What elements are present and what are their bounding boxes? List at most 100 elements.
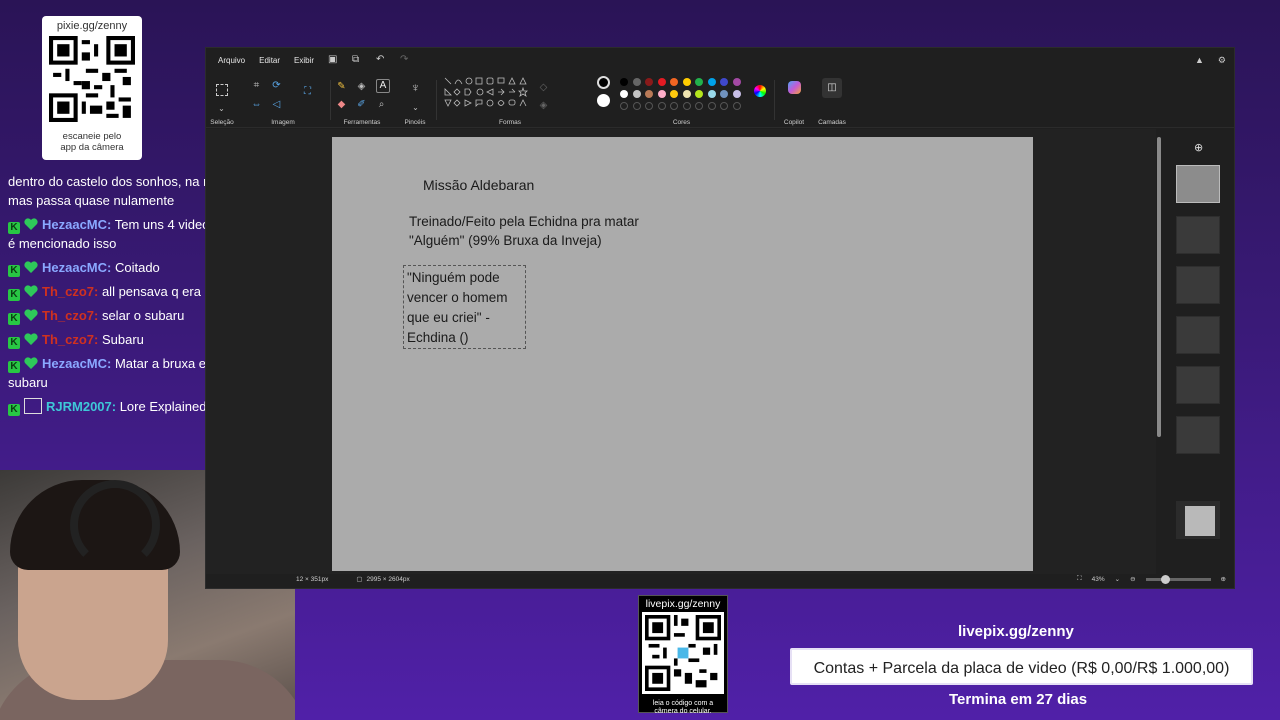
color-swatch[interactable] bbox=[645, 90, 653, 98]
zoom-out-icon[interactable]: ⊖ bbox=[1130, 575, 1135, 583]
zoom-slider-knob[interactable] bbox=[1160, 574, 1170, 584]
color-swatch[interactable] bbox=[720, 78, 728, 86]
empty-color-slot[interactable] bbox=[732, 102, 741, 110]
share-icon[interactable]: ⧉ bbox=[352, 55, 362, 65]
menu-exibir[interactable]: Exibir bbox=[287, 56, 321, 65]
shapes-gallery-icon[interactable] bbox=[443, 76, 528, 112]
ribbon-separator bbox=[436, 80, 437, 120]
quote-line1: "Ninguém pode bbox=[407, 270, 500, 285]
chat-username[interactable]: HezaacMC: bbox=[42, 260, 111, 275]
chevron-down-icon[interactable]: ⌄ bbox=[1115, 575, 1120, 583]
fill-icon[interactable]: ◈ bbox=[356, 81, 367, 92]
zoom-level[interactable]: 43% bbox=[1092, 576, 1105, 583]
add-layer-icon[interactable]: ⊕ bbox=[1194, 141, 1203, 154]
fill-style-icon[interactable]: ◈ bbox=[538, 100, 549, 111]
chevron-down-icon[interactable]: ⌄ bbox=[216, 103, 227, 114]
color-swatch[interactable] bbox=[720, 90, 728, 98]
outline-icon[interactable]: ◇ bbox=[538, 82, 549, 93]
empty-color-slot[interactable] bbox=[645, 102, 653, 110]
empty-color-slot[interactable] bbox=[682, 102, 691, 110]
zoom-slider[interactable] bbox=[1145, 574, 1211, 584]
empty-color-slot[interactable] bbox=[720, 102, 728, 110]
color-swatch[interactable] bbox=[670, 78, 678, 86]
empty-color-slot[interactable] bbox=[707, 102, 716, 110]
chat-username[interactable]: RJRM2007: bbox=[46, 399, 116, 414]
layer-thumb[interactable] bbox=[1176, 165, 1220, 203]
resize-icon[interactable]: ⇔ bbox=[251, 99, 262, 110]
chat-username[interactable]: Th_czo7: bbox=[42, 332, 98, 347]
image-background-icon[interactable]: ⛶ bbox=[302, 86, 313, 97]
color-swatch[interactable] bbox=[632, 78, 641, 86]
layer-thumb[interactable] bbox=[1176, 416, 1220, 454]
zoom-in-icon[interactable]: ⊕ bbox=[1221, 575, 1226, 583]
menu-editar[interactable]: Editar bbox=[252, 56, 287, 65]
layer-thumb[interactable] bbox=[1176, 366, 1220, 404]
chat-text: Subaru bbox=[98, 332, 144, 347]
color-swatch[interactable] bbox=[707, 90, 716, 98]
settings-icon[interactable]: ⚙ bbox=[1218, 55, 1226, 66]
empty-color-slot[interactable] bbox=[695, 102, 703, 110]
chat-username[interactable]: HezaacMC: bbox=[42, 217, 111, 232]
headset-icon bbox=[70, 480, 160, 570]
chat-username[interactable]: Th_czo7: bbox=[42, 308, 98, 323]
color-swatch[interactable] bbox=[732, 78, 741, 86]
copilot-icon[interactable] bbox=[788, 81, 801, 94]
selection-icon[interactable] bbox=[216, 84, 228, 96]
color-swatch[interactable] bbox=[620, 78, 628, 86]
chat-username[interactable]: Th_czo7: bbox=[42, 284, 98, 299]
pixie-caption-line1: escaneie pelo bbox=[62, 131, 122, 142]
flip-icon[interactable]: ◁ bbox=[271, 99, 282, 110]
color-swatch[interactable] bbox=[695, 78, 703, 86]
primary-color-swatch[interactable] bbox=[597, 76, 610, 89]
undo-icon[interactable]: ↶ bbox=[376, 55, 386, 65]
account-icon[interactable]: ▲ bbox=[1195, 55, 1204, 66]
layer-thumb[interactable] bbox=[1176, 266, 1220, 304]
kick-badge-icon: K bbox=[8, 404, 20, 416]
color-swatch[interactable] bbox=[695, 90, 703, 98]
color-swatch[interactable] bbox=[670, 90, 678, 98]
secondary-color-swatch[interactable] bbox=[597, 94, 610, 107]
layer-thumb[interactable] bbox=[1176, 316, 1220, 354]
brush-icon[interactable]: ♆ bbox=[410, 81, 421, 94]
vertical-scrollbar[interactable] bbox=[1157, 133, 1161, 567]
fit-to-window-icon[interactable]: ⛶ bbox=[1077, 575, 1082, 583]
scrollbar-thumb[interactable] bbox=[1157, 137, 1161, 437]
qr-code-icon bbox=[49, 36, 135, 122]
color-picker-icon[interactable]: ✐ bbox=[356, 99, 367, 110]
color-swatch[interactable] bbox=[707, 78, 716, 86]
text-box-selected[interactable]: "Ninguém pode vencer o homem que eu crie… bbox=[403, 265, 526, 349]
canvas-line2: "Alguém" (99% Bruxa da Inveja) bbox=[409, 233, 602, 248]
menu-arquivo[interactable]: Arquivo bbox=[211, 56, 252, 65]
layer-thumb[interactable] bbox=[1176, 216, 1220, 254]
color-swatch[interactable] bbox=[632, 90, 641, 98]
chat-username[interactable]: HezaacMC: bbox=[42, 356, 111, 371]
crop-icon[interactable]: ⌗ bbox=[251, 80, 262, 91]
empty-color-slot[interactable] bbox=[632, 102, 641, 110]
color-swatch[interactable] bbox=[645, 78, 653, 86]
redo-icon[interactable]: ↷ bbox=[400, 55, 410, 65]
color-swatch[interactable] bbox=[657, 78, 666, 86]
background-layer-thumb[interactable] bbox=[1176, 501, 1220, 539]
eraser-icon[interactable]: ◆ bbox=[336, 99, 347, 110]
color-swatch[interactable] bbox=[682, 78, 691, 86]
color-swatch[interactable] bbox=[657, 90, 666, 98]
pixie-qr-card: pixie.gg/zenny escaneie pelo app da câme… bbox=[42, 16, 142, 160]
rotate-icon[interactable]: ⟳ bbox=[271, 80, 282, 91]
chevron-down-icon[interactable]: ⌄ bbox=[410, 102, 421, 113]
group-label-imagem: Imagem bbox=[271, 119, 295, 126]
chat-text: selar o subaru bbox=[98, 308, 185, 323]
magnifier-icon[interactable]: ⌕ bbox=[376, 99, 387, 110]
empty-color-slot[interactable] bbox=[620, 102, 628, 110]
empty-color-slot[interactable] bbox=[657, 102, 666, 110]
save-icon[interactable]: ▣ bbox=[328, 55, 338, 65]
status-bar: 12 × 351px ▢ 2995 × 2604px ⛶ 43% ⌄ ⊖ ⊕ bbox=[206, 570, 1234, 588]
drawing-canvas[interactable]: Missão Aldebaran Treinado/Feito pela Ech… bbox=[332, 137, 1033, 571]
color-swatch[interactable] bbox=[620, 90, 628, 98]
color-swatch[interactable] bbox=[732, 90, 741, 98]
pencil-icon[interactable]: ✎ bbox=[336, 81, 347, 92]
edit-colors-icon[interactable] bbox=[754, 85, 766, 97]
text-icon[interactable]: A bbox=[376, 79, 390, 93]
layers-icon[interactable]: ◫ bbox=[822, 78, 842, 98]
color-swatch[interactable] bbox=[682, 90, 691, 98]
empty-color-slot[interactable] bbox=[670, 102, 678, 110]
